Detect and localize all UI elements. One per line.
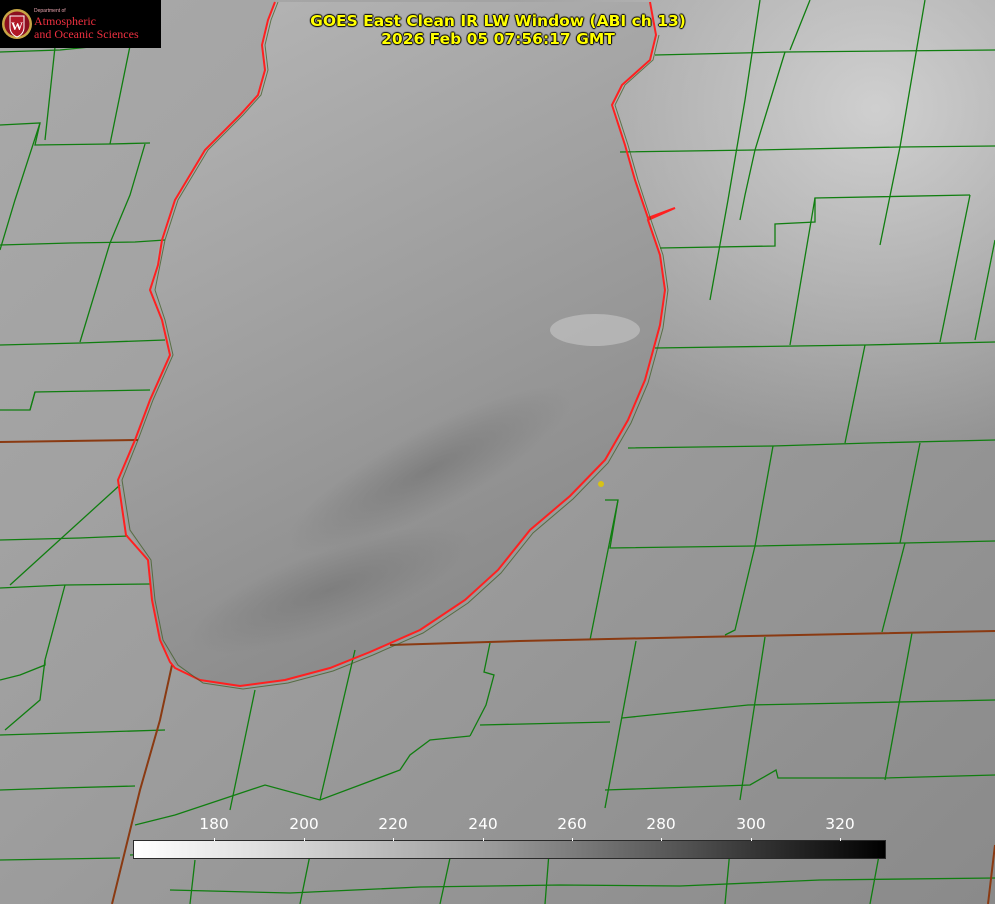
colorbar-tick-mark <box>572 838 573 841</box>
aos-logo: W Department of Atmospheric and Oceanic … <box>0 0 161 48</box>
colorbar-tick-label: 200 <box>289 815 319 833</box>
colorbar-tick-mark <box>393 838 394 841</box>
colorbar-tick-mark <box>483 838 484 841</box>
colorbar-tick-label: 180 <box>199 815 229 833</box>
colorbar-tick-label: 220 <box>378 815 408 833</box>
cold-streak <box>550 314 640 346</box>
logo-name-line2: and Oceanic Sciences <box>34 27 139 41</box>
colorbar-tick-label: 260 <box>557 815 587 833</box>
colorbar-tick-mark <box>840 838 841 841</box>
location-marker <box>598 481 604 487</box>
colorbar-tick-mark <box>751 838 752 841</box>
title-product: GOES East Clean IR LW Window (ABI ch 13) <box>310 12 686 30</box>
colorbar-tick-label: 280 <box>646 815 676 833</box>
colorbar-tick-mark <box>214 838 215 841</box>
image-title: GOES East Clean IR LW Window (ABI ch 13)… <box>218 12 778 48</box>
colorbar-tick-mark <box>304 838 305 841</box>
colorbar-tick-label: 320 <box>825 815 855 833</box>
logo-name-line1: Atmospheric <box>34 14 96 28</box>
svg-text:W: W <box>11 19 23 33</box>
colorbar-tick-label: 240 <box>468 815 498 833</box>
satellite-map <box>0 0 995 904</box>
colorbar-tick-label: 300 <box>736 815 766 833</box>
colorbar-tick-mark <box>661 838 662 841</box>
colorbar <box>133 840 886 859</box>
title-timestamp: 2026 Feb 05 07:56:17 GMT <box>381 30 615 48</box>
uw-crest-icon: W <box>2 9 32 39</box>
